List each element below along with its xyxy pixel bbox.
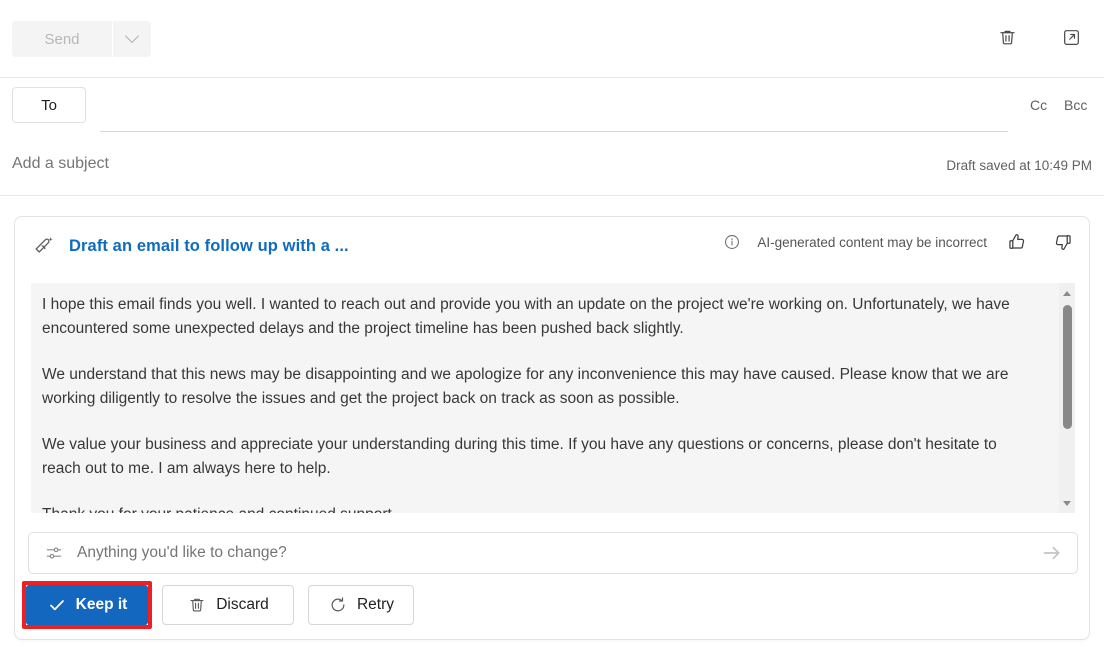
trash-icon — [997, 27, 1018, 48]
retry-label: Retry — [356, 596, 395, 613]
scroll-down-button[interactable] — [1059, 495, 1075, 511]
draft-paragraph: Thank you for your patience and continue… — [42, 503, 1034, 513]
cc-button[interactable]: Cc — [1026, 93, 1051, 117]
chevron-up-icon — [1063, 290, 1071, 296]
send-button[interactable]: Send — [12, 21, 112, 57]
scroll-up-button[interactable] — [1059, 285, 1075, 301]
thumbs-down-icon — [1052, 231, 1074, 253]
retry-button[interactable]: Retry — [308, 585, 414, 625]
trash-icon — [187, 595, 207, 615]
arrow-right-icon — [1040, 541, 1064, 565]
thumbs-up-icon — [1006, 231, 1028, 253]
copilot-draft-body[interactable]: I hope this email finds you well. I want… — [31, 283, 1075, 513]
draft-paragraph: I hope this email finds you well. I want… — [42, 296, 1010, 337]
subject-row: Draft saved at 10:49 PM — [0, 141, 1104, 196]
copilot-prompt-title[interactable]: Draft an email to follow up with a ... — [69, 237, 349, 256]
keep-it-highlight-wrapper: Keep it — [22, 581, 152, 629]
refine-input[interactable] — [77, 544, 1027, 562]
sliders-icon — [43, 542, 65, 564]
copilot-draft-card: Draft an email to follow up with a ... A… — [14, 216, 1090, 640]
draft-paragraph: We value your business and appreciate yo… — [42, 436, 997, 477]
thumbs-up-button[interactable] — [1001, 226, 1033, 258]
copilot-title-group: Draft an email to follow up with a ... — [33, 234, 349, 258]
copilot-card-header: Draft an email to follow up with a ... A… — [15, 217, 1091, 275]
bcc-button[interactable]: Bcc — [1060, 93, 1091, 117]
recipient-input-underline — [100, 131, 1008, 132]
copilot-action-buttons: Keep it Discard Retry — [22, 581, 414, 629]
discard-button[interactable]: Discard — [162, 585, 294, 625]
keep-it-label: Keep it — [75, 596, 128, 613]
thumbs-down-button[interactable] — [1047, 226, 1079, 258]
send-options-button[interactable] — [113, 21, 151, 57]
copilot-draft-pen-icon — [33, 234, 57, 258]
open-in-new-window-icon — [1061, 27, 1082, 48]
to-field-button[interactable]: To — [12, 87, 86, 123]
toolbar-right-actions — [990, 20, 1088, 54]
subject-input[interactable] — [12, 155, 712, 173]
copilot-header-actions: AI-generated content may be incorrect — [721, 226, 1079, 258]
recipients-row — [0, 78, 1104, 136]
send-button-group: Send — [12, 21, 151, 57]
ai-disclaimer-text: AI-generated content may be incorrect — [757, 234, 987, 250]
checkmark-icon — [47, 595, 67, 615]
draft-paragraph: We understand that this news may be disa… — [42, 366, 1009, 407]
popout-compose-button[interactable] — [1054, 20, 1088, 54]
scrollbar-thumb[interactable] — [1062, 305, 1072, 429]
refresh-icon — [328, 595, 348, 615]
draft-saved-status: Draft saved at 10:49 PM — [946, 158, 1092, 173]
copilot-refine-row[interactable] — [28, 532, 1078, 574]
compose-toolbar: Send — [0, 0, 1104, 78]
draft-text-content: I hope this email finds you well. I want… — [42, 293, 1034, 513]
refine-submit-button[interactable] — [1027, 533, 1077, 573]
info-circle-icon[interactable] — [721, 231, 743, 253]
chevron-down-icon — [1063, 500, 1071, 506]
discard-label: Discard — [216, 596, 269, 613]
discard-draft-button[interactable] — [990, 20, 1024, 54]
draft-scrollbar[interactable] — [1059, 283, 1075, 513]
chevron-down-icon — [124, 28, 140, 44]
keep-it-button[interactable]: Keep it — [26, 585, 148, 625]
